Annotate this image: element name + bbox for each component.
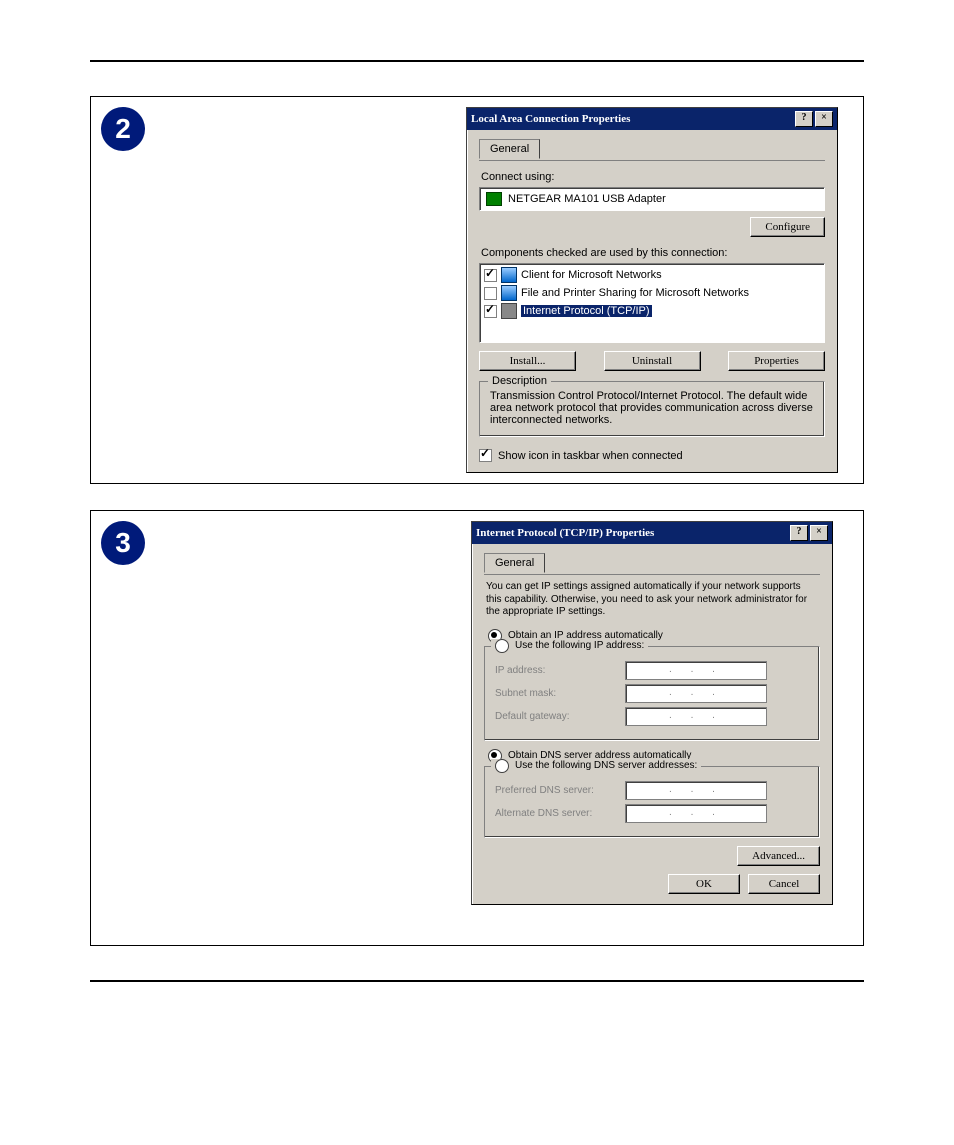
adapter-name: NETGEAR MA101 USB Adapter [508,193,666,205]
protocol-icon [501,303,517,319]
step-2-row: 2 Local Area Connection Properties ? × G… [90,96,864,484]
radio-label: Use the following DNS server addresses: [515,760,697,771]
dialog-body: General Connect using: NETGEAR MA101 USB… [467,130,837,472]
components-label: Components checked are used by this conn… [481,247,825,259]
help-button[interactable]: ? [795,111,813,127]
titlebar[interactable]: Internet Protocol (TCP/IP) Properties ? … [472,522,832,544]
checkbox-icon[interactable] [479,449,492,462]
dialog-lan-properties: Local Area Connection Properties ? × Gen… [466,107,838,473]
list-item[interactable]: File and Printer Sharing for Microsoft N… [482,284,822,302]
description-text: Transmission Control Protocol/Internet P… [490,390,814,426]
properties-button[interactable]: Properties [728,351,825,371]
nic-icon [486,192,502,206]
checkbox-icon[interactable] [484,269,497,282]
advanced-button[interactable]: Advanced... [737,846,820,866]
titlebar[interactable]: Local Area Connection Properties ? × [467,108,837,130]
list-item-label: File and Printer Sharing for Microsoft N… [521,287,749,299]
ip-address-input[interactable]: . . . [625,661,767,680]
list-item-label: Client for Microsoft Networks [521,269,662,281]
description-group: Description Transmission Control Protoco… [479,381,825,437]
radio-icon[interactable] [495,759,509,773]
dns-group: Use the following DNS server addresses: … [484,766,820,838]
alt-dns-input[interactable]: . . . [625,804,767,823]
list-item-label: Internet Protocol (TCP/IP) [521,305,652,317]
adapter-field[interactable]: NETGEAR MA101 USB Adapter [479,187,825,211]
gateway-input[interactable]: . . . [625,707,767,726]
step-2-right: Local Area Connection Properties ? × Gen… [441,97,863,483]
pref-dns-label: Preferred DNS server: [495,785,625,796]
list-item-selected[interactable]: Internet Protocol (TCP/IP) [482,302,822,320]
description-legend: Description [488,375,551,387]
checkbox-icon[interactable] [484,305,497,318]
ok-button[interactable]: OK [668,874,740,894]
help-button[interactable]: ? [790,525,808,541]
tab-general[interactable]: General [479,139,540,159]
alt-dns-label: Alternate DNS server: [495,808,625,819]
uninstall-button[interactable]: Uninstall [604,351,701,371]
subnet-input[interactable]: . . . [625,684,767,703]
tab-general[interactable]: General [484,553,545,573]
show-icon-row[interactable]: Show icon in taskbar when connected [479,449,825,462]
configure-button[interactable]: Configure [750,217,825,237]
connect-using-label: Connect using: [481,171,825,183]
page: 2 Local Area Connection Properties ? × G… [0,0,954,1022]
tabs: General [479,138,825,161]
radio-icon[interactable] [495,639,509,653]
step-number-3: 3 [101,521,145,565]
radio-label: Use the following IP address: [515,640,644,651]
ip-address-label: IP address: [495,665,625,676]
ip-group: Use the following IP address: IP address… [484,646,820,741]
step-3-row: 3 Internet Protocol (TCP/IP) Properties … [90,510,864,946]
tabs: General [484,552,820,575]
gateway-label: Default gateway: [495,711,625,722]
close-button[interactable]: × [815,111,833,127]
install-button[interactable]: Install... [479,351,576,371]
dialog-title: Local Area Connection Properties [471,114,793,125]
client-icon [501,267,517,283]
checkbox-icon[interactable] [484,287,497,300]
close-button[interactable]: × [810,525,828,541]
show-icon-label: Show icon in taskbar when connected [498,450,683,462]
share-icon [501,285,517,301]
subnet-label: Subnet mask: [495,688,625,699]
list-item[interactable]: Client for Microsoft Networks [482,266,822,284]
step-number-2: 2 [101,107,145,151]
step-3-left: 3 [91,511,441,945]
dialog-body: General You can get IP settings assigned… [472,544,832,904]
separator-top [90,60,864,62]
dialog-title: Internet Protocol (TCP/IP) Properties [476,528,788,539]
info-text: You can get IP settings assigned automat… [486,581,818,619]
dialog-tcpip-properties: Internet Protocol (TCP/IP) Properties ? … [471,521,833,905]
pref-dns-input[interactable]: . . . [625,781,767,800]
components-list[interactable]: Client for Microsoft Networks File and P… [479,263,825,343]
step-3-right: Internet Protocol (TCP/IP) Properties ? … [441,511,863,945]
step-2-left: 2 [91,97,441,483]
cancel-button[interactable]: Cancel [748,874,820,894]
separator-bottom [90,980,864,982]
